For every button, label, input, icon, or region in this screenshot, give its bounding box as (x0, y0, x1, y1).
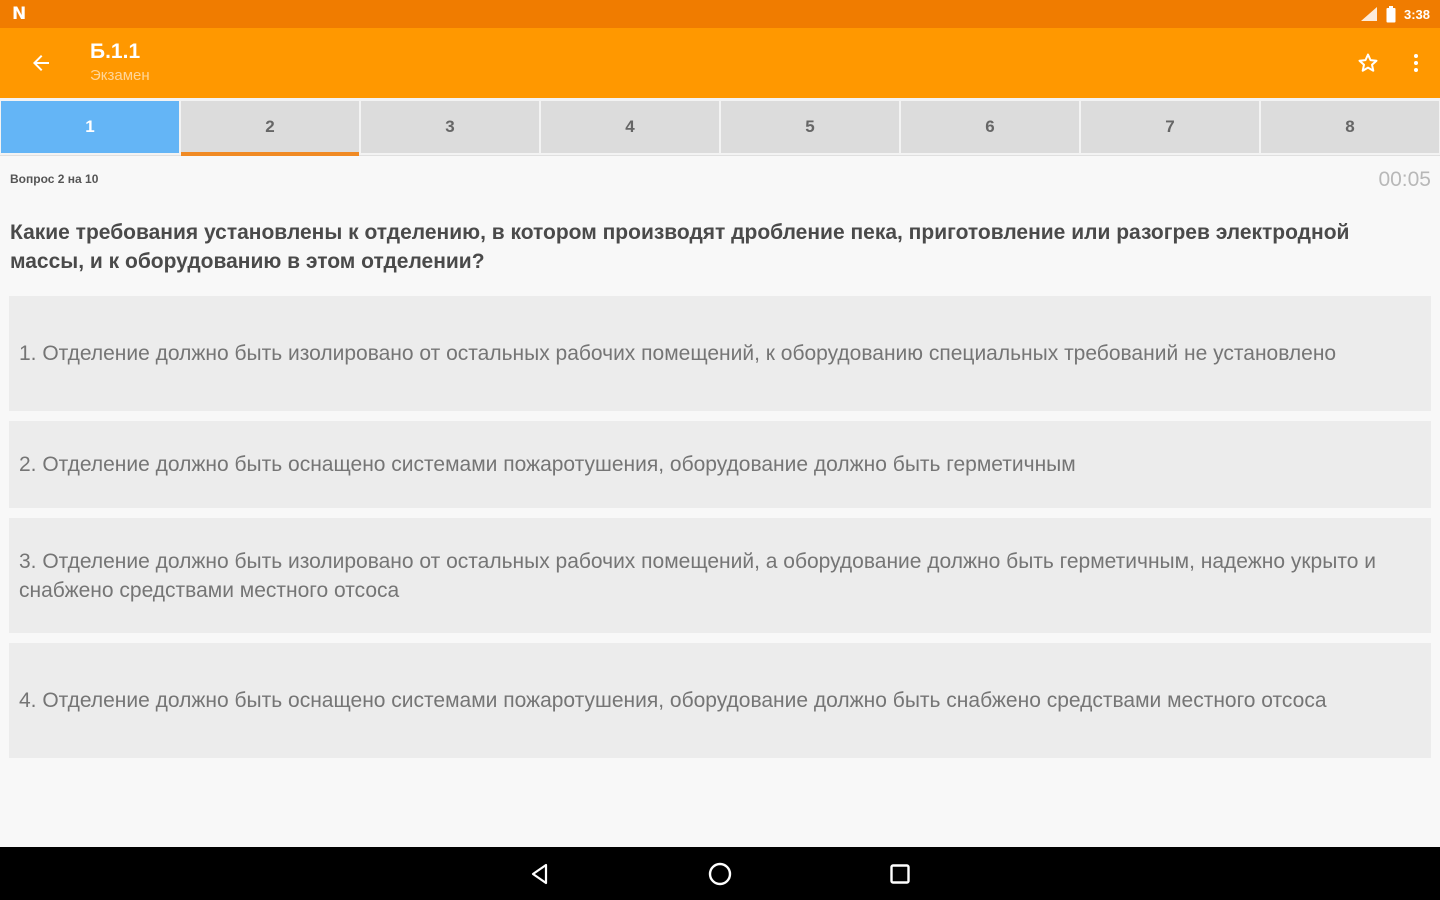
question-tabs: 1 2 3 4 5 6 7 8 (0, 98, 1440, 156)
tab-label: 1 (85, 117, 95, 136)
tab-label: 6 (985, 117, 995, 136)
overflow-menu-button[interactable] (1392, 28, 1440, 98)
tab-label: 3 (445, 117, 455, 136)
back-button[interactable] (0, 28, 82, 98)
answer-option-2[interactable]: 2. Отделение должно быть оснащено систем… (9, 421, 1431, 508)
recents-square-icon (890, 863, 910, 884)
status-time: 3:38 (1403, 6, 1430, 22)
answer-option-1[interactable]: 1. Отделение должно быть изолировано от … (9, 296, 1431, 411)
more-vert-icon (1414, 54, 1418, 72)
tab-question-1[interactable]: 1 (1, 101, 179, 153)
signal-icon (1360, 6, 1378, 22)
app-bar: Б.1.1 Экзамен (0, 28, 1440, 98)
home-circle-icon (708, 862, 732, 885)
tab-question-2[interactable]: 2 (181, 101, 359, 156)
favorite-button[interactable] (1344, 28, 1392, 98)
tab-question-5[interactable]: 5 (721, 101, 899, 153)
tab-question-7[interactable]: 7 (1081, 101, 1259, 153)
answer-option-3[interactable]: 3. Отделение должно быть изолировано от … (9, 518, 1431, 633)
question-text: Какие требования установлены к отделению… (10, 221, 1350, 273)
nav-recents-button[interactable] (880, 854, 920, 894)
answer-text: 1. Отделение должно быть изолировано от … (19, 342, 1337, 365)
nav-home-button[interactable] (700, 854, 740, 894)
answer-text: 3. Отделение должно быть изолировано от … (19, 549, 1376, 602)
tab-label: 8 (1345, 117, 1355, 136)
answer-list: 1. Отделение должно быть изолировано от … (9, 296, 1431, 768)
back-triangle-icon (531, 863, 548, 884)
star-outline-icon (1358, 53, 1378, 72)
tab-question-3[interactable]: 3 (361, 101, 539, 153)
page-title: Б.1.1 (90, 40, 141, 63)
tab-question-4[interactable]: 4 (541, 101, 719, 153)
tab-label: 7 (1165, 117, 1175, 136)
tab-question-8[interactable]: 8 (1261, 101, 1439, 153)
tab-label: 5 (805, 117, 815, 136)
answer-text: 2. Отделение должно быть оснащено систем… (19, 453, 1076, 476)
question-progress: Вопрос 2 на 10 (10, 172, 99, 186)
tab-label: 4 (625, 117, 635, 136)
app-actions (1344, 28, 1440, 98)
timer: 00:05 (1378, 168, 1431, 191)
status-icons: 3:38 (1360, 5, 1430, 23)
answer-text: 4. Отделение должно быть оснащено систем… (19, 689, 1327, 712)
answer-option-4[interactable]: 4. Отделение должно быть оснащено систем… (9, 643, 1431, 758)
nav-back-button[interactable] (520, 854, 560, 894)
status-bar: N 3:38 (0, 0, 1440, 28)
back-arrow-icon (33, 55, 49, 71)
battery-icon (1386, 5, 1396, 23)
tab-label: 2 (265, 117, 275, 136)
tab-question-6[interactable]: 6 (901, 101, 1079, 153)
page-subtitle: Экзамен (90, 67, 150, 84)
system-nav-bar (0, 847, 1440, 900)
notification-icon: N (12, 4, 27, 24)
title-block: Б.1.1 Экзамен (90, 39, 150, 87)
